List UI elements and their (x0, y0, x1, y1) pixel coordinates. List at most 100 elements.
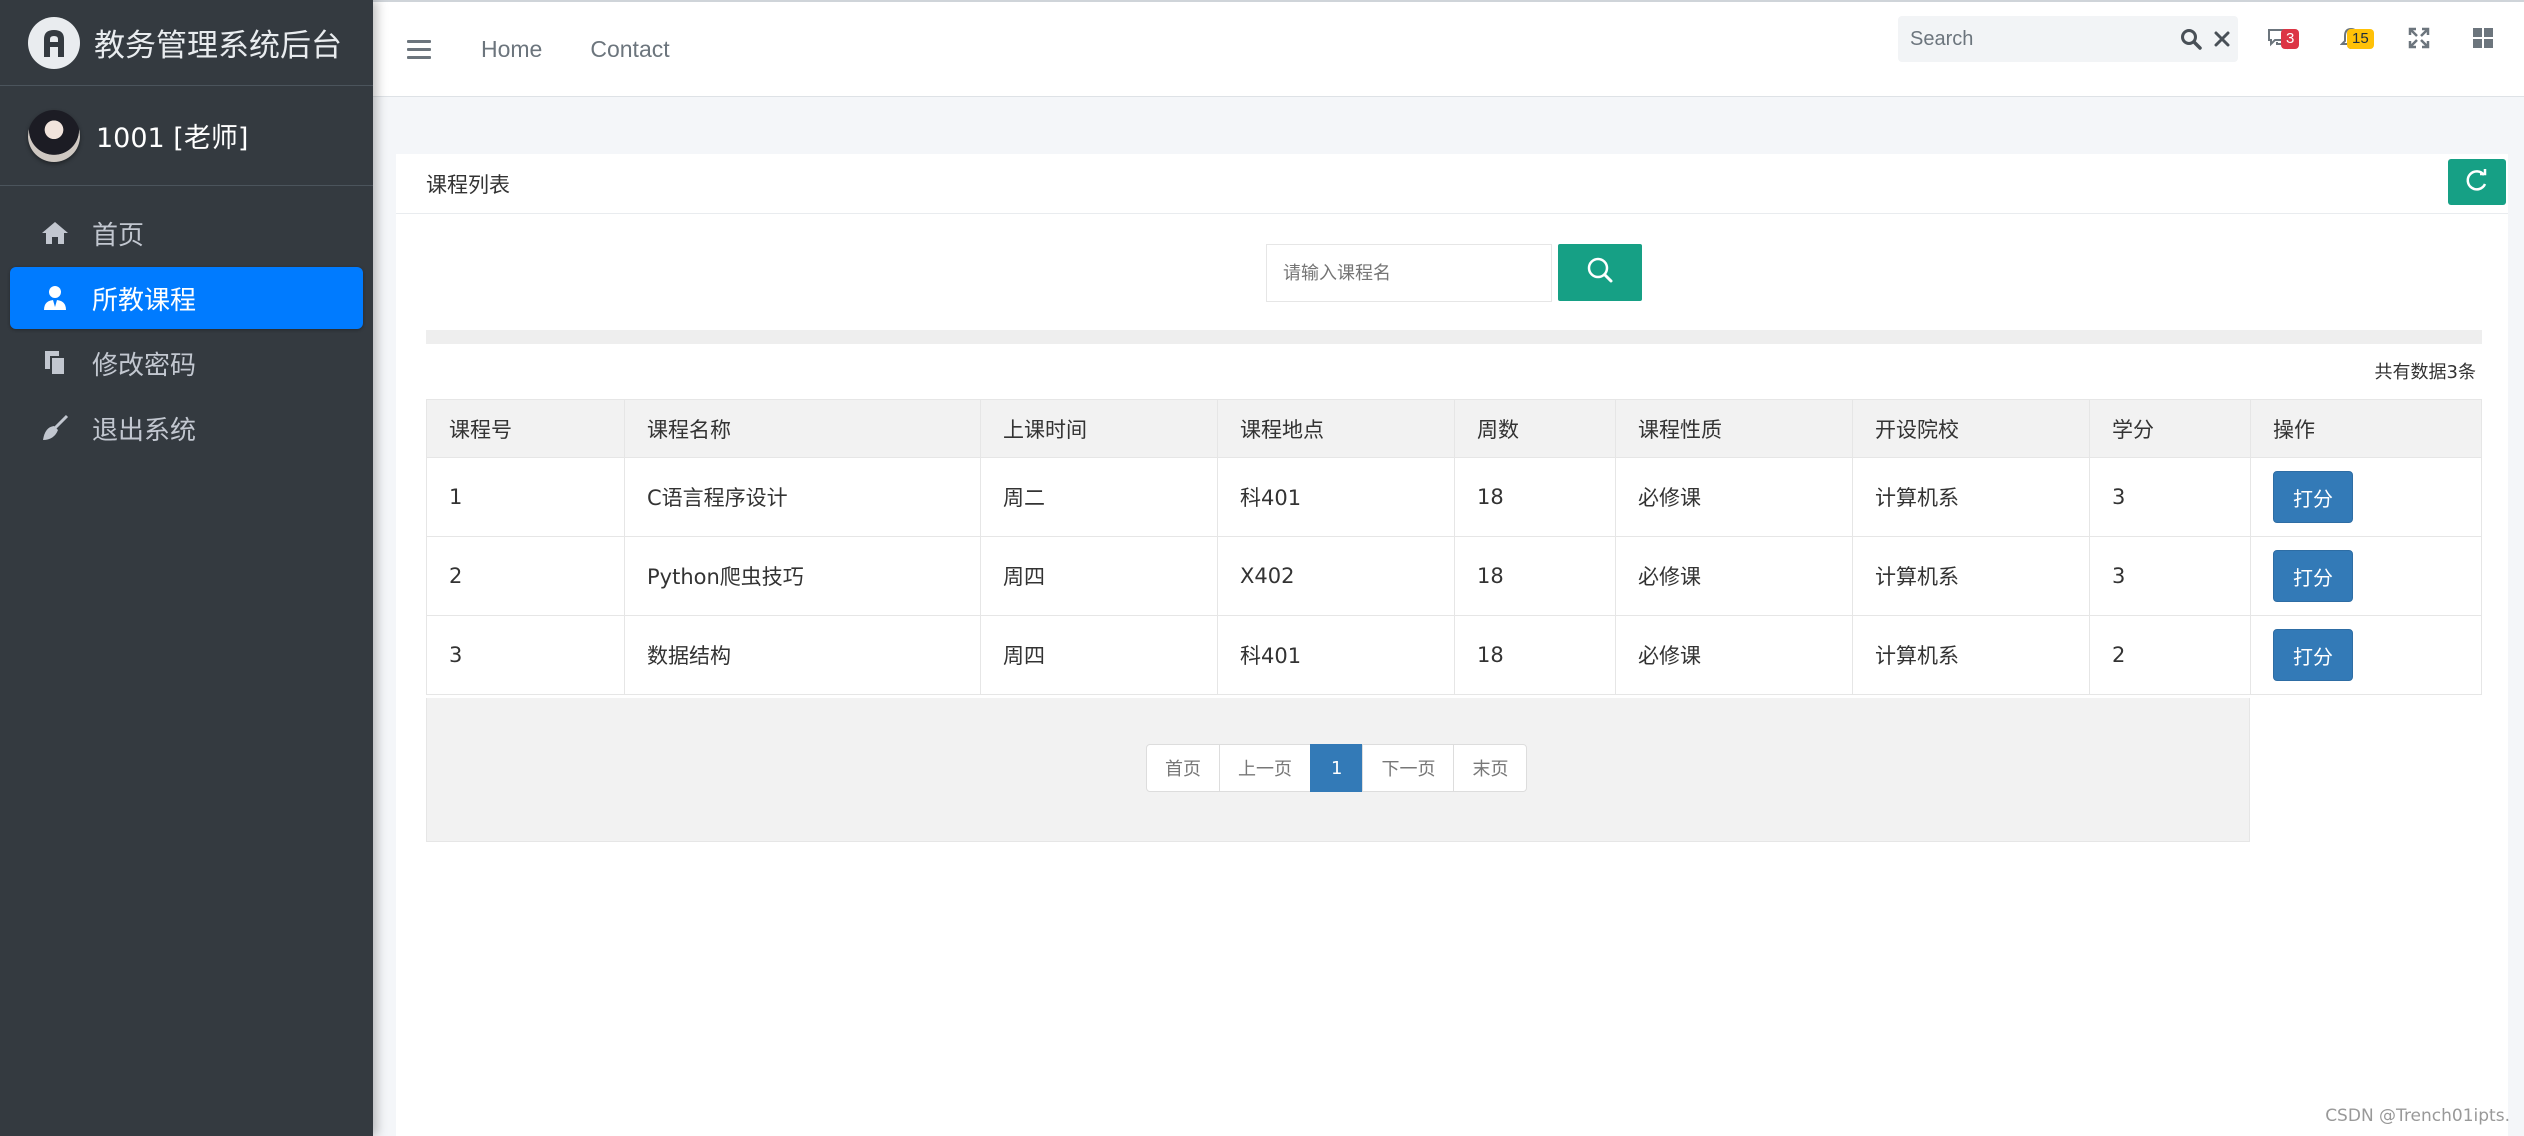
cell-location: 科401 (1217, 457, 1455, 537)
cell-weeks: 18 (1454, 457, 1616, 537)
course-search-button[interactable] (1558, 244, 1642, 301)
watermark: CSDN @Trench01ipts. (2325, 1106, 2510, 1126)
cell-credits: 2 (2089, 615, 2251, 695)
user-name: 1001 [老师] (96, 123, 249, 154)
cell-credits: 3 (2089, 536, 2251, 616)
nav-link-home[interactable]: Home (481, 36, 542, 63)
cell-location: X402 (1217, 536, 1455, 616)
sidebar-item-label: 退出系统 (92, 415, 197, 446)
cell-department: 计算机系 (1852, 457, 2090, 537)
notifications-button[interactable]: 15 (2331, 22, 2374, 58)
cell-location: 科401 (1217, 615, 1455, 695)
col-class-time: 上课时间 (980, 399, 1218, 458)
messages-button[interactable]: 3 (2259, 22, 2300, 58)
cell-weeks: 18 (1454, 615, 1616, 695)
search-icon[interactable] (2175, 16, 2207, 62)
record-count: 共有数据3条 (2374, 362, 2476, 383)
table-row: 2 Python爬虫技巧 周四 X402 18 必修课 计算机系 3 打分 (426, 536, 2482, 616)
nav-link-contact[interactable]: Contact (590, 36, 669, 63)
sidebar-item-label: 所教课程 (92, 285, 197, 316)
cell-weeks: 18 (1454, 536, 1616, 616)
sidebar-item-label: 修改密码 (92, 350, 197, 381)
sidebar: 教务管理系统后台 1001 [老师] 首页 所教课程 修改密码 退出系统 (0, 0, 373, 1136)
table-row: 1 C语言程序设计 周二 科401 18 必修课 计算机系 3 打分 (426, 457, 2482, 537)
page-current-button[interactable]: 1 (1310, 744, 1364, 792)
page-prev-button[interactable]: 上一页 (1219, 744, 1311, 792)
cell-course-type: 必修课 (1615, 536, 1853, 616)
cell-credits: 3 (2089, 457, 2251, 537)
cell-class-time: 周四 (980, 536, 1218, 616)
card-header: 课程列表 (396, 154, 2508, 214)
course-table: 课程号 课程名称 上课时间 课程地点 周数 课程性质 开设院校 学分 操作 1 … (426, 399, 2482, 695)
cell-department: 计算机系 (1852, 536, 2090, 616)
cell-course-id: 2 (426, 536, 625, 616)
navbar-search (1898, 16, 2238, 62)
user-icon (38, 281, 72, 315)
cell-course-id: 1 (426, 457, 625, 537)
avatar (28, 109, 80, 162)
page-first-button[interactable]: 首页 (1146, 744, 1220, 792)
refresh-button[interactable] (2448, 159, 2506, 205)
control-sidebar-button[interactable] (2463, 22, 2503, 58)
grade-button[interactable]: 打分 (2273, 550, 2353, 602)
cell-actions: 打分 (2250, 536, 2482, 616)
cell-class-time: 周四 (980, 615, 1218, 695)
refresh-icon (2464, 167, 2490, 198)
cell-course-type: 必修课 (1615, 457, 1853, 537)
grade-button[interactable]: 打分 (2273, 471, 2353, 523)
pagination: 首页 上一页 1 下一页 末页 (1146, 744, 1528, 792)
broom-icon (38, 411, 72, 445)
copy-icon (38, 346, 72, 380)
cell-course-type: 必修课 (1615, 615, 1853, 695)
cell-course-name: Python爬虫技巧 (624, 536, 981, 616)
cell-course-id: 3 (426, 615, 625, 695)
expand-icon (2408, 27, 2430, 54)
messages-badge: 3 (2281, 29, 2300, 49)
col-department: 开设院校 (1852, 399, 2090, 458)
pagination-area: 首页 上一页 1 下一页 末页 (426, 698, 2250, 842)
col-location: 课程地点 (1217, 399, 1455, 458)
col-weeks: 周数 (1454, 399, 1616, 458)
menu-toggle-icon[interactable] (407, 39, 431, 59)
fullscreen-button[interactable] (2399, 22, 2439, 58)
sidebar-item-logout[interactable]: 退出系统 (10, 397, 363, 459)
home-icon (38, 216, 72, 250)
notifications-badge: 15 (2347, 29, 2374, 49)
sidebar-item-change-password[interactable]: 修改密码 (10, 332, 363, 394)
cell-actions: 打分 (2250, 457, 2482, 537)
search-icon (1585, 255, 1615, 290)
cell-class-time: 周二 (980, 457, 1218, 537)
course-list-card: 课程列表 共有数据3条 课程号 课程名称 上课时间 课程地点 周数 (396, 154, 2508, 1136)
grid-icon (2471, 26, 2495, 55)
user-panel[interactable]: 1001 [老师] (0, 86, 373, 186)
brand-logo-icon (28, 16, 80, 69)
card-title: 课程列表 (426, 172, 510, 197)
close-icon[interactable] (2207, 16, 2239, 62)
grade-button[interactable]: 打分 (2273, 629, 2353, 681)
col-course-name: 课程名称 (624, 399, 981, 458)
top-navbar: Home Contact 3 15 (373, 0, 2524, 97)
brand-title: 教务管理系统后台 (94, 28, 342, 64)
sidebar-item-label: 首页 (92, 220, 145, 251)
course-search-row (1266, 244, 1642, 302)
brand[interactable]: 教务管理系统后台 (0, 0, 373, 86)
cell-actions: 打分 (2250, 615, 2482, 695)
sidebar-item-courses[interactable]: 所教课程 (10, 267, 363, 329)
table-row: 3 数据结构 周四 科401 18 必修课 计算机系 2 打分 (426, 615, 2482, 695)
course-table-wrap: 课程号 课程名称 上课时间 课程地点 周数 课程性质 开设院校 学分 操作 1 … (426, 399, 2482, 695)
cell-course-name: 数据结构 (624, 615, 981, 695)
sidebar-nav: 首页 所教课程 修改密码 退出系统 (0, 186, 373, 478)
divider-strip (426, 330, 2482, 344)
cell-department: 计算机系 (1852, 615, 2090, 695)
col-course-id: 课程号 (426, 399, 625, 458)
course-name-input[interactable] (1266, 244, 1552, 302)
table-header-row: 课程号 课程名称 上课时间 课程地点 周数 课程性质 开设院校 学分 操作 (426, 399, 2482, 458)
cell-course-name: C语言程序设计 (624, 457, 981, 537)
col-actions: 操作 (2250, 399, 2482, 458)
col-course-type: 课程性质 (1615, 399, 1853, 458)
navbar-search-input[interactable] (1898, 16, 2175, 62)
page-next-button[interactable]: 下一页 (1362, 744, 1455, 792)
col-credits: 学分 (2089, 399, 2251, 458)
page-last-button[interactable]: 末页 (1453, 744, 1528, 792)
sidebar-item-home[interactable]: 首页 (10, 202, 363, 264)
